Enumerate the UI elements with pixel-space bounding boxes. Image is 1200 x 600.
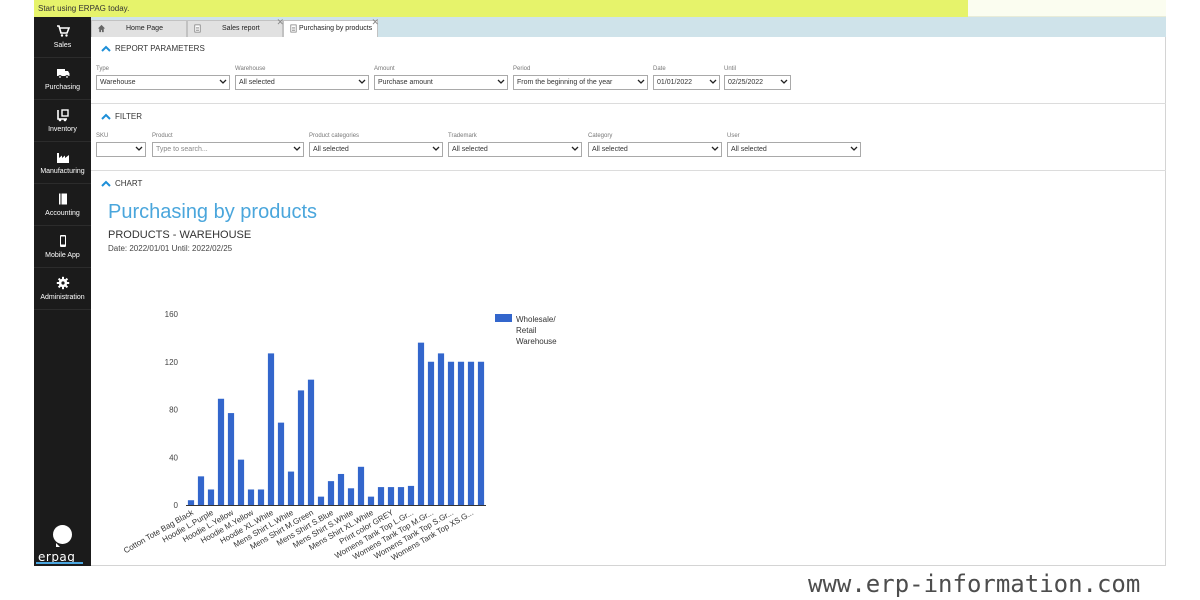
legend-label: Retail [516,326,537,335]
chart-bar[interactable] [257,489,265,505]
tab-purchasing-by-products[interactable]: Purchasing by products ✕ [283,18,379,37]
document-icon [194,24,201,33]
tab-label: Home Page [126,25,163,32]
phone-icon [59,235,66,247]
sidebar-item-label: Administration [40,294,85,301]
chart-bar[interactable] [307,379,315,505]
legend-label: Warehouse [516,337,557,346]
truck-icon [56,69,69,79]
watermark: www.erp-information.com [808,570,1141,598]
chart-bar[interactable] [277,422,285,505]
chart-bar[interactable] [447,361,455,505]
chart-bar[interactable] [297,390,305,505]
chart-bar[interactable] [407,485,415,505]
chart-bar[interactable] [367,496,375,505]
sidebar-item-mobile-app[interactable]: Mobile App [34,227,91,268]
chart-bar[interactable] [467,361,475,505]
tab-bar: Home Page Sales report ✕ Purchasing by p… [91,17,1166,37]
tab-sales-report[interactable]: Sales report ✕ [187,18,284,37]
y-tick-label: 40 [169,453,178,462]
chart-bar[interactable] [357,466,365,505]
chart-bar[interactable] [477,361,485,505]
legend-swatch [495,314,512,322]
chart-bar[interactable] [347,488,355,505]
chart-bar[interactable] [377,487,385,505]
close-icon[interactable]: ✕ [371,18,379,27]
chat-icon[interactable] [53,525,72,547]
promo-banner[interactable]: Start using ERPAG today. [34,0,968,17]
chart-bar[interactable] [197,476,205,505]
sidebar-item-administration[interactable]: Administration [34,269,91,310]
chart-bar[interactable] [237,459,245,505]
chart-bar[interactable] [217,398,225,505]
tab-home-page[interactable]: Home Page [91,20,187,37]
sidebar-item-label: Purchasing [44,84,81,91]
ledger-icon [58,193,67,205]
chart-bar[interactable] [187,500,195,505]
y-tick-label: 0 [174,501,179,510]
tab-label: Purchasing by products [299,25,373,32]
sidebar-item-sales[interactable]: Sales [34,17,91,58]
banner-filler [968,0,1166,17]
app-root: Start using ERPAG today. Sales Purchasin… [0,0,1200,600]
chart-bar[interactable] [317,496,325,505]
chart-bar[interactable] [327,481,335,506]
home-icon [97,24,106,33]
chart-bar[interactable] [417,342,425,505]
gear-icon [56,276,69,290]
sidebar-item-label: Sales [53,42,72,49]
factory-icon [56,153,69,163]
sidebar-item-accounting[interactable]: Accounting [34,185,91,226]
chart-bar[interactable] [287,471,295,505]
chart-bar[interactable] [387,487,395,505]
sidebar-item-label: Inventory [48,126,77,133]
chart-bar[interactable] [267,353,275,505]
sidebar: Sales Purchasing Inventory Manufacturing… [34,17,91,566]
y-tick-label: 120 [165,358,179,367]
cart-icon [56,25,70,37]
chart-bar[interactable] [247,489,255,505]
tab-label: Sales report [222,25,260,32]
sidebar-item-label: Accounting [45,210,80,217]
sidebar-item-label: Manufacturing [40,168,85,175]
y-tick-label: 160 [165,310,179,319]
chart-bar[interactable] [427,361,435,505]
chart-bar[interactable] [207,489,215,505]
sidebar-item-label: Mobile App [45,252,80,259]
sidebar-item-purchasing[interactable]: Purchasing [34,59,91,100]
chart-bar[interactable] [337,473,345,505]
document-icon [290,24,297,33]
y-tick-label: 80 [169,406,178,415]
forklift-icon [56,109,69,122]
legend-label: Wholesale/ [516,315,556,324]
report-panel: REPORT PARAMETERS Type Warehouse Warehou… [91,37,1166,566]
logo-underline [36,562,83,564]
chart-bar[interactable] [457,361,465,505]
chart-bar[interactable] [227,413,235,505]
chart-bar[interactable] [437,353,445,505]
bar-chart: 04080120160Cotton Tote Bag BlackHoodie L… [122,310,557,562]
chart-bar[interactable] [397,487,405,505]
sidebar-item-inventory[interactable]: Inventory [34,101,91,142]
sidebar-item-manufacturing[interactable]: Manufacturing [34,143,91,184]
promo-banner-text: Start using ERPAG today. [38,4,130,13]
